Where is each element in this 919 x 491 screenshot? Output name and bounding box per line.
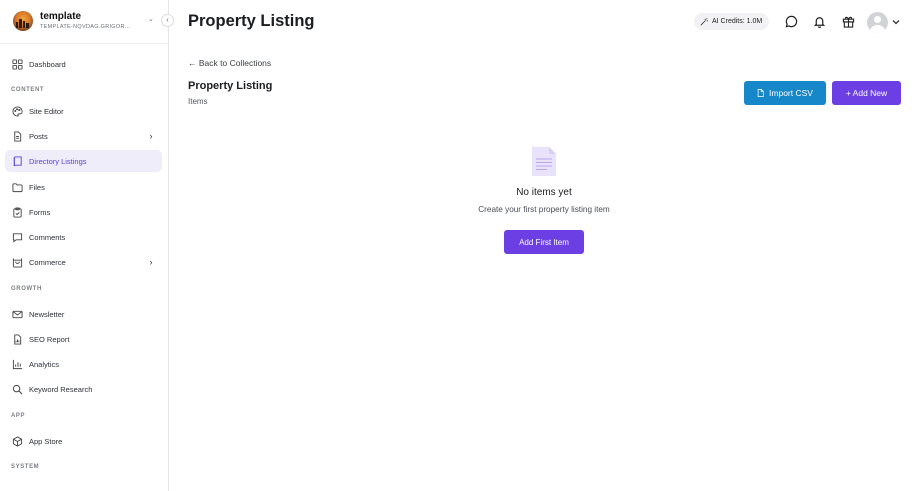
- sidebar-item-forms[interactable]: Forms: [5, 201, 162, 223]
- import-csv-button[interactable]: Import CSV: [744, 81, 826, 105]
- sidebar-item-comments[interactable]: Comments: [5, 226, 162, 248]
- sidebar-item-label: Commerce: [29, 257, 66, 267]
- empty-document-icon: [532, 147, 556, 176]
- shopping-bag-icon: [11, 256, 23, 268]
- bell-icon[interactable]: [812, 14, 826, 28]
- sidebar-item-app-store[interactable]: App Store: [5, 430, 162, 452]
- add-new-button[interactable]: + Add New: [832, 81, 901, 105]
- sidebar-item-label: SEO Report: [29, 334, 70, 344]
- chevron-right-icon: ›: [149, 131, 153, 141]
- collection-subtitle: Items: [188, 97, 208, 106]
- sidebar-item-label: Newsletter: [29, 309, 65, 319]
- grid-icon: [11, 58, 23, 70]
- folder-icon: [11, 181, 23, 193]
- collapse-sidebar-button[interactable]: ‹: [161, 14, 174, 27]
- sidebar-item-commerce[interactable]: Commerce ›: [5, 251, 162, 273]
- document-icon: [11, 130, 23, 142]
- mail-icon: [11, 308, 23, 320]
- clipboard-icon: [11, 206, 23, 218]
- sidebar-item-label: Files: [29, 182, 45, 192]
- book-icon: [11, 155, 23, 167]
- add-first-item-button[interactable]: Add First Item: [504, 230, 584, 254]
- sidebar-item-dashboard[interactable]: Dashboard: [5, 53, 162, 75]
- box-icon: [11, 435, 23, 447]
- search-icon: [11, 383, 23, 395]
- import-csv-label: Import CSV: [769, 88, 813, 98]
- ai-credits-label: AI Credits: 1.0M: [712, 18, 763, 25]
- section-label-system: SYSTEM: [11, 464, 40, 470]
- sidebar-item-label: Site Editor: [29, 106, 64, 116]
- section-label-growth: GROWTH: [11, 286, 42, 292]
- section-label-content: CONTENT: [11, 87, 45, 93]
- chat-icon[interactable]: [784, 14, 798, 28]
- palette-icon: [11, 105, 23, 117]
- sidebar: template TEMPLATE-NQVDAG.GRIGOR... ⌄ Das…: [0, 0, 169, 491]
- sidebar-item-seo-report[interactable]: SEO Report: [5, 328, 162, 350]
- sidebar-item-label: Posts: [29, 131, 48, 141]
- site-name: template: [40, 11, 82, 22]
- sidebar-item-label: Keyword Research: [29, 384, 93, 394]
- sidebar-item-label: Dashboard: [29, 59, 66, 69]
- back-to-collections-link[interactable]: ← Back to Collections: [188, 58, 271, 68]
- page-title: Property Listing: [188, 12, 315, 30]
- empty-state-description: Create your first property listing item: [478, 205, 610, 214]
- sidebar-item-posts[interactable]: Posts ›: [5, 125, 162, 147]
- sidebar-item-label: Directory Listings: [29, 156, 87, 166]
- sidebar-item-analytics[interactable]: Analytics: [5, 353, 162, 375]
- file-icon: [757, 89, 764, 97]
- sidebar-item-newsletter[interactable]: Newsletter: [5, 303, 162, 325]
- sidebar-item-site-editor[interactable]: Site Editor: [5, 100, 162, 122]
- sidebar-item-label: App Store: [29, 436, 63, 446]
- section-label-app: APP: [11, 413, 26, 419]
- sidebar-item-directory-listings[interactable]: Directory Listings: [5, 150, 162, 172]
- comment-icon: [11, 231, 23, 243]
- empty-state-title: No items yet: [516, 187, 572, 198]
- sidebar-item-files[interactable]: Files: [5, 176, 162, 198]
- sidebar-item-label: Comments: [29, 232, 66, 242]
- site-switcher-caret-icon: ⌄: [148, 16, 154, 23]
- chevron-right-icon: ›: [149, 257, 153, 267]
- site-domain: TEMPLATE-NQVDAG.GRIGOR...: [40, 24, 131, 30]
- bar-chart-icon: [11, 358, 23, 370]
- sidebar-item-label: Analytics: [29, 359, 60, 369]
- magic-wand-icon: [700, 17, 708, 25]
- sidebar-item-keyword-research[interactable]: Keyword Research: [5, 378, 162, 400]
- chevron-down-icon[interactable]: [891, 17, 901, 27]
- ai-credits-badge[interactable]: AI Credits: 1.0M: [694, 13, 770, 30]
- sidebar-item-label: Forms: [29, 207, 51, 217]
- site-switcher[interactable]: template TEMPLATE-NQVDAG.GRIGOR... ⌄: [0, 0, 168, 44]
- avatar[interactable]: [867, 12, 888, 33]
- site-logo: [13, 11, 33, 31]
- gift-icon[interactable]: [841, 14, 855, 28]
- collection-title: Property Listing: [188, 80, 273, 92]
- report-icon: [11, 333, 23, 345]
